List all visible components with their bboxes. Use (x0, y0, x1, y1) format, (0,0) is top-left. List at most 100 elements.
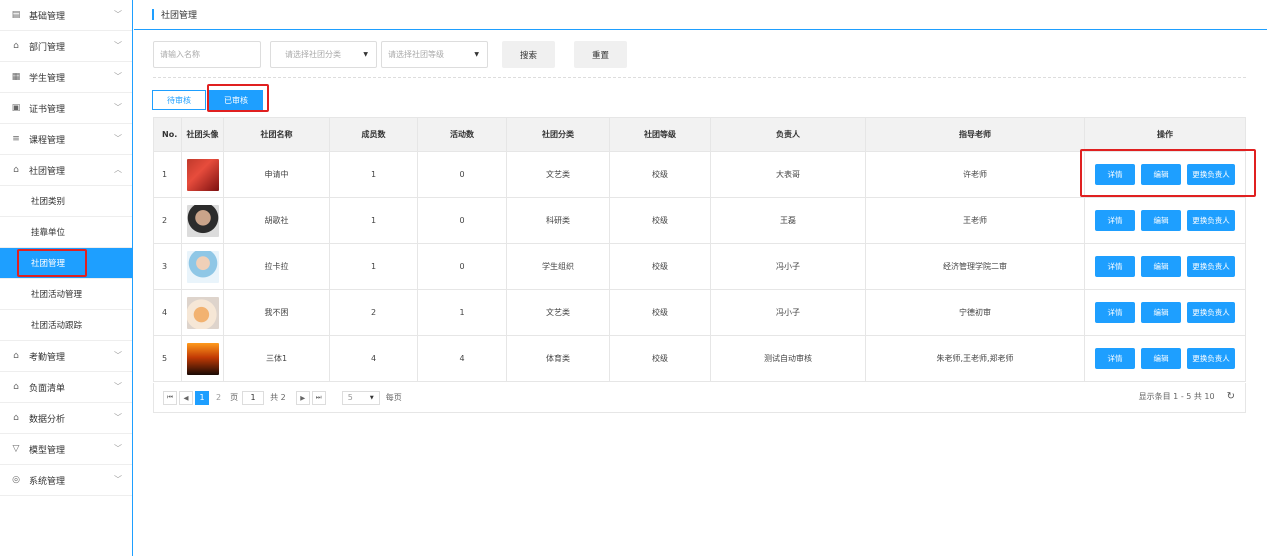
cell-category: 文艺类 (506, 151, 610, 198)
page-size-select[interactable]: 5 ▼ (341, 390, 380, 405)
chevron-down-icon: ﹀ (114, 351, 122, 360)
sub-item-activity-track[interactable]: 社团活动跟踪 (0, 310, 132, 341)
club-avatar[interactable] (186, 204, 219, 237)
sub-item-club-category[interactable]: 社团类别 (0, 186, 132, 217)
prev-page-icon[interactable]: ◀ (179, 390, 193, 405)
cell-activities: 0 (417, 197, 507, 244)
cell-teacher: 宁德初审 (865, 289, 1085, 336)
nav-item-negative-list[interactable]: ⌂ 负面清单 ﹀ (0, 372, 132, 403)
edit-button[interactable]: 编辑 (1141, 164, 1181, 185)
club-table: No. 社团头像 社团名称 成员数 活动数 社团分类 社团等级 负责人 指导老师… (153, 117, 1246, 382)
cell-category: 文艺类 (506, 289, 610, 336)
cell-leader: 大表哥 (710, 151, 866, 198)
pagination-summary: 显示条目 1 - 5 共 10 (1138, 392, 1215, 401)
table-header-row: No. 社团头像 社团名称 成员数 活动数 社团分类 社团等级 负责人 指导老师… (153, 117, 1246, 152)
cell-level: 校级 (609, 335, 711, 382)
nav-label: 社团管理 (29, 166, 66, 177)
chevron-down-icon: ﹀ (114, 72, 122, 81)
page-2-button[interactable]: 2 (216, 393, 221, 402)
club-avatar[interactable] (186, 158, 219, 191)
club-avatar[interactable] (186, 342, 219, 375)
category-select[interactable]: 请选择社团分类 ▼ (270, 41, 377, 68)
nav-label: 证书管理 (29, 104, 66, 115)
detail-button[interactable]: 详情 (1095, 256, 1135, 277)
cell-avatar (181, 335, 224, 382)
change-leader-button[interactable]: 更换负责人 (1187, 164, 1235, 185)
cell-members: 4 (329, 335, 418, 382)
col-header: 成员数 (329, 117, 418, 152)
club-avatar[interactable] (186, 296, 219, 329)
edit-button[interactable]: 编辑 (1141, 256, 1181, 277)
level-select[interactable]: 请选择社团等级 ▼ (381, 41, 488, 68)
cell-members: 1 (329, 197, 418, 244)
chevron-down-icon: ﹀ (114, 134, 122, 143)
cell-level: 校级 (609, 289, 711, 336)
refresh-icon[interactable]: ↻ (1227, 391, 1235, 402)
detail-button[interactable]: 详情 (1095, 348, 1135, 369)
edit-button[interactable]: 编辑 (1141, 210, 1181, 231)
detail-button[interactable]: 详情 (1095, 302, 1135, 323)
cell-no: 1 (153, 151, 182, 198)
sub-item-club-activity[interactable]: 社团活动管理 (0, 279, 132, 310)
pagination-summary-area: 显示条目 1 - 5 共 10 ↻ (1139, 391, 1235, 402)
nav-item-attendance[interactable]: ⌂ 考勤管理 ﹀ (0, 341, 132, 372)
change-leader-button[interactable]: 更换负责人 (1187, 210, 1235, 231)
student-icon: ▦ (11, 72, 21, 82)
chevron-down-icon: ﹀ (114, 413, 122, 422)
cell-activities: 4 (417, 335, 507, 382)
category-placeholder: 请选择社团分类 (285, 50, 341, 59)
tab-approved[interactable]: 已审核 (209, 90, 263, 110)
detail-button[interactable]: 详情 (1095, 210, 1135, 231)
edit-button[interactable]: 编辑 (1141, 348, 1181, 369)
nav-item-basic[interactable]: ▤ 基础管理 ﹀ (0, 0, 132, 31)
change-leader-button[interactable]: 更换负责人 (1187, 348, 1235, 369)
sub-item-affiliation[interactable]: 挂靠单位 (0, 217, 132, 248)
chevron-up-icon: ︿ (114, 165, 122, 174)
col-header: No. (153, 117, 182, 152)
nav-label: 基础管理 (29, 11, 66, 22)
bank-icon: ⌂ (13, 351, 19, 361)
cell-level: 校级 (609, 197, 711, 244)
nav-label: 负面清单 (29, 383, 66, 394)
page-1-button[interactable]: 1 (195, 390, 209, 405)
name-search-input[interactable]: 请输入名称 (153, 41, 261, 68)
tab-pending[interactable]: 待审核 (152, 90, 206, 110)
cell-category: 科研类 (506, 197, 610, 244)
cell-ops: 详情 编辑 更换负责人 (1084, 289, 1246, 336)
nav-item-department[interactable]: ⌂ 部门管理 ﹀ (0, 31, 132, 62)
first-page-icon[interactable]: ⏮ (163, 390, 177, 405)
nav-item-system[interactable]: ◎ 系统管理 ﹀ (0, 465, 132, 496)
funnel-icon: ▽ (12, 444, 20, 454)
change-leader-button[interactable]: 更换负责人 (1187, 302, 1235, 323)
page-number-input[interactable]: 1 (242, 390, 265, 405)
nav-item-model[interactable]: ▽ 模型管理 ﹀ (0, 434, 132, 465)
nav-item-data-analysis[interactable]: ⌂ 数据分析 ﹀ (0, 403, 132, 434)
search-button[interactable]: 搜索 (502, 41, 555, 68)
next-page-icon[interactable]: ▶ (295, 390, 310, 405)
edit-button[interactable]: 编辑 (1141, 302, 1181, 323)
nav-item-certificate[interactable]: ▣ 证书管理 ﹀ (0, 93, 132, 124)
nav-item-course[interactable]: ≡ 课程管理 ﹀ (0, 124, 132, 155)
cell-activities: 1 (417, 289, 507, 336)
cell-leader: 测试自动审核 (710, 335, 866, 382)
sub-item-club-manage[interactable]: 社团管理 (0, 248, 132, 279)
reset-button[interactable]: 重置 (574, 41, 627, 68)
club-avatar[interactable] (186, 250, 219, 283)
cell-ops: 详情 编辑 更换负责人 (1084, 197, 1246, 244)
page-label: 页 (230, 393, 239, 402)
total-pages: 共 2 (270, 393, 286, 402)
change-leader-button[interactable]: 更换负责人 (1187, 256, 1235, 277)
chevron-down-icon: ﹀ (114, 444, 122, 453)
detail-button[interactable]: 详情 (1095, 164, 1135, 185)
nav-item-club[interactable]: ⌂ 社团管理 ︿ (0, 155, 132, 186)
name-placeholder: 请输入名称 (160, 50, 200, 59)
chevron-down-icon: ﹀ (114, 382, 122, 391)
caret-down-icon: ▼ (369, 394, 374, 401)
nav-label: 部门管理 (29, 42, 66, 53)
chevron-down-icon: ﹀ (114, 10, 122, 19)
col-header: 活动数 (417, 117, 507, 152)
last-page-icon[interactable]: ⏭ (311, 390, 326, 405)
nav-item-student[interactable]: ▦ 学生管理 ﹀ (0, 62, 132, 93)
divider (153, 77, 1246, 78)
cell-name: 申请中 (223, 151, 330, 198)
